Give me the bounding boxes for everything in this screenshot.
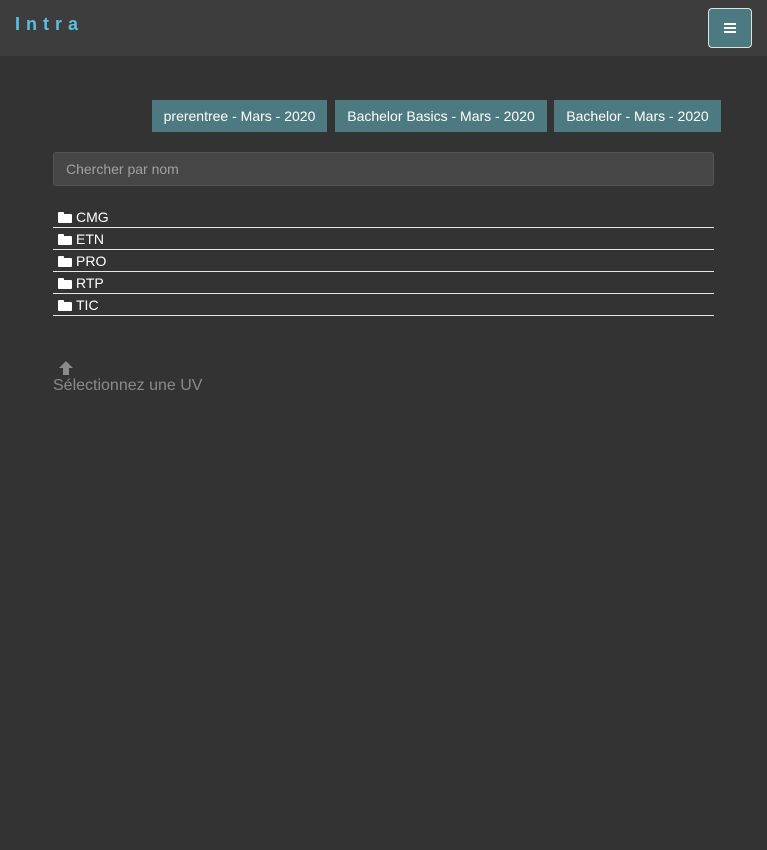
folder-item-rtp[interactable]: RTP [53,272,714,294]
menu-toggle-button[interactable] [708,8,752,48]
folder-label: CMG [76,208,109,225]
select-uv-hint: Sélectionnez une UV [53,377,203,394]
folder-icon [58,299,72,311]
folder-label: TIC [76,296,99,313]
folder-label: RTP [76,274,104,291]
search-input[interactable] [53,152,714,186]
folder-icon [58,211,72,223]
tab-bachelor[interactable]: Bachelor - Mars - 2020 [554,100,721,132]
tab-prerentree[interactable]: prerentree - Mars - 2020 [152,100,327,132]
top-navbar: Intra [0,0,767,56]
folder-item-tic[interactable]: TIC [53,294,714,316]
brand-logo[interactable]: Intra [15,14,84,35]
folder-item-cmg[interactable]: CMG [53,206,714,228]
arrow-up-icon [59,361,73,375]
folder-icon [58,233,72,245]
hamburger-menu-icon [724,23,736,33]
folder-item-pro[interactable]: PRO [53,250,714,272]
folder-label: ETN [76,230,104,247]
folder-label: PRO [76,252,107,269]
folder-icon [58,255,72,267]
folder-list: CMG ETN PRO RTP TIC [53,206,714,316]
tab-bachelor-basics[interactable]: Bachelor Basics - Mars - 2020 [335,100,547,132]
folder-item-etn[interactable]: ETN [53,228,714,250]
folder-icon [58,277,72,289]
